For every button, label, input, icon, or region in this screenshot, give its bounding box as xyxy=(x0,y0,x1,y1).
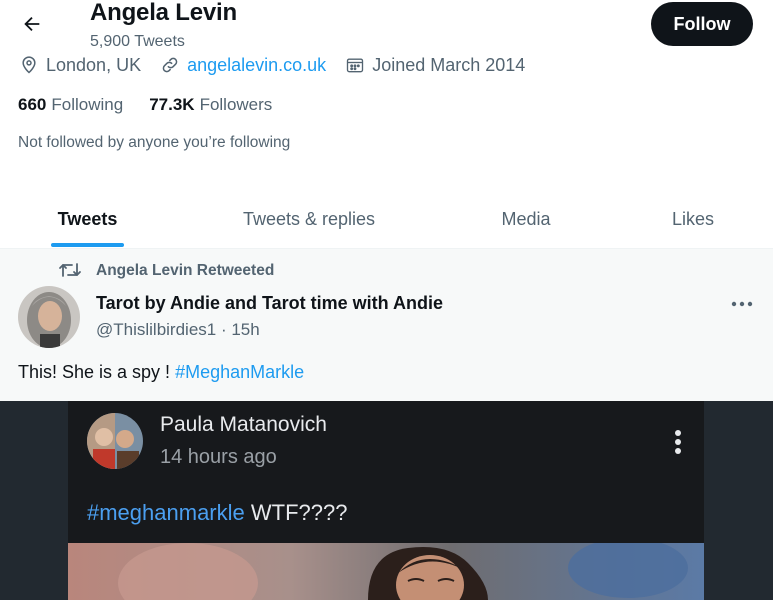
arrow-left-icon xyxy=(24,16,40,32)
link-icon xyxy=(159,54,181,76)
avatar[interactable] xyxy=(18,286,80,348)
retweet-label: Angela Levin Retweeted xyxy=(96,262,275,279)
active-tab-indicator xyxy=(51,243,124,247)
hashtag-link[interactable]: #MeghanMarkle xyxy=(175,362,304,382)
tab-tweets-replies[interactable]: Tweets & replies xyxy=(175,190,443,248)
following-count: 660 xyxy=(18,95,47,114)
tweet-media[interactable]: Paula Matanovich 14 hours ago #meghanmar… xyxy=(0,401,773,600)
vertical-dots-icon xyxy=(668,429,688,459)
more-options-button[interactable] xyxy=(728,290,756,318)
website-link[interactable]: angelalevin.co.uk xyxy=(187,55,326,76)
more-dots-icon xyxy=(731,301,753,307)
embedded-photo xyxy=(68,543,704,600)
followers-count: 77.3K xyxy=(149,95,195,114)
embedded-name: Paula Matanovich xyxy=(160,413,327,436)
embedded-screenshot: Paula Matanovich 14 hours ago #meghanmar… xyxy=(68,401,704,600)
tab-media[interactable]: Media xyxy=(443,190,609,248)
embedded-time: 14 hours ago xyxy=(160,446,277,468)
tab-tweets[interactable]: Tweets xyxy=(0,190,175,248)
follow-stats: 660 Following 77.3K Followers xyxy=(18,95,272,115)
tweet-author-handle: @Thislilbirdies1 · 15h xyxy=(96,320,260,339)
tweet-author-name[interactable]: Tarot by Andie and Tarot time with Andie xyxy=(96,293,443,314)
follow-button[interactable]: Follow xyxy=(651,2,753,46)
embedded-hashtag: #meghanmarkle xyxy=(87,500,245,525)
profile-meta: London, UK angelalevin.co.uk Joined Marc… xyxy=(18,53,543,77)
following-link[interactable]: 660 Following xyxy=(18,95,123,115)
tweet-count: 5,900 Tweets xyxy=(90,33,185,50)
profile-tabs: Tweets Tweets & replies Media Likes xyxy=(0,190,773,248)
embedded-body: WTF???? xyxy=(244,500,348,525)
joined-date: Joined March 2014 xyxy=(372,54,526,75)
calendar-icon xyxy=(344,54,366,76)
following-label: Following xyxy=(51,95,124,114)
followers-label: Followers xyxy=(199,95,273,114)
followers-link[interactable]: 77.3K Followers xyxy=(149,95,272,115)
tab-likes[interactable]: Likes xyxy=(609,190,773,248)
location-pin-icon xyxy=(18,54,40,76)
tweet-body: This! She is a spy ! xyxy=(18,362,176,382)
retweet-icon xyxy=(58,260,82,280)
tweet-text: This! She is a spy ! #MeghanMarkle xyxy=(18,362,304,383)
location-text: London, UK xyxy=(46,54,142,75)
back-button[interactable] xyxy=(18,10,46,38)
embedded-avatar xyxy=(87,413,143,469)
embedded-text: #meghanmarkle WTF???? xyxy=(87,500,347,526)
profile-name: Angela Levin xyxy=(90,0,237,26)
not-followed-text: Not followed by anyone you’re following xyxy=(18,134,291,151)
